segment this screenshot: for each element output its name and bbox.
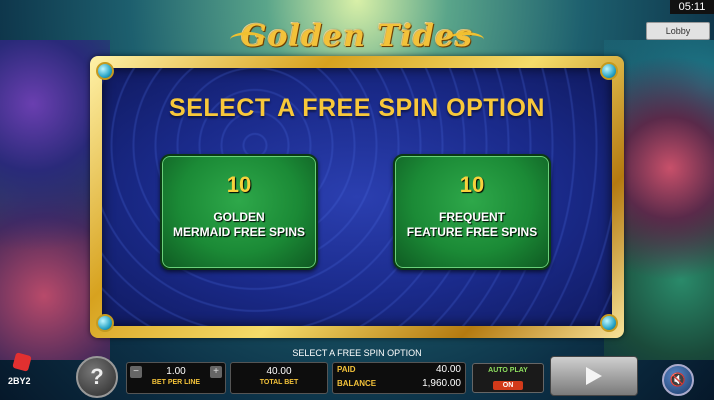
auto-play-label: AUTO PLAY [488, 367, 528, 374]
clock: 05:11 [670, 0, 714, 14]
mute-icon[interactable]: 🔇 [662, 364, 694, 396]
gem-icon [96, 62, 114, 80]
wave-ornament-icon [230, 32, 266, 47]
frequent-feature-free-spins-option[interactable]: 10 FREQUENT FEATURE FREE SPINS [393, 154, 551, 270]
dialog-title: SELECT A FREE SPIN OPTION [169, 94, 545, 122]
game-logo: Golden Tides [230, 14, 484, 60]
golden-mermaid-free-spins-option[interactable]: 10 GOLDEN MERMAID FREE SPINS [160, 154, 318, 270]
paid-value: 40.00 [435, 364, 461, 375]
gem-icon [96, 314, 114, 332]
auto-play-button[interactable]: AUTO PLAY ON [472, 363, 544, 393]
spin-button[interactable] [550, 356, 638, 396]
balance-value: 1,960.00 [422, 378, 461, 389]
lobby-button[interactable]: Lobby [646, 22, 710, 40]
balance-label: BALANCE [337, 379, 377, 388]
paid-row: PAID 40.00 [333, 363, 465, 377]
bet-increase-button[interactable]: + [210, 366, 222, 378]
option-label: GOLDEN MERMAID FREE SPINS [162, 210, 316, 240]
bet-per-line-caption: BET PER LINE [151, 379, 201, 386]
option-label: FREQUENT FEATURE FREE SPINS [395, 210, 549, 240]
option-spin-count: 10 [459, 172, 485, 197]
logo-text: Golden Tides [240, 19, 474, 54]
brand-logo: 2BY2 [8, 352, 44, 394]
option-label-line2: FEATURE FREE SPINS [406, 225, 538, 239]
bet-decrease-button[interactable]: − [130, 366, 142, 378]
option-label-line2: MERMAID FREE SPINS [172, 225, 305, 239]
dice-icon [12, 352, 32, 372]
brand-text: 2BY2 [8, 376, 31, 386]
option-label-line1: GOLDEN [213, 210, 265, 224]
gem-icon [600, 62, 618, 80]
paid-label: PAID [337, 365, 356, 374]
bet-per-line-control: − 1.00 BET PER LINE + [126, 362, 226, 394]
play-icon [586, 367, 602, 385]
balance-row: BALANCE 1,960.00 [333, 377, 465, 391]
total-bet-value: 40.00 [266, 366, 292, 377]
help-button[interactable]: ? [76, 356, 118, 398]
option-label-line1: FREQUENT [439, 210, 505, 224]
option-spin-count: 10 [226, 172, 252, 197]
gem-icon [600, 314, 618, 332]
wave-ornament-icon [448, 32, 484, 47]
total-bet-caption: TOTAL BET [259, 379, 299, 386]
paid-balance-display: PAID 40.00 BALANCE 1,960.00 [332, 362, 466, 394]
auto-play-state: ON [492, 381, 524, 390]
total-bet-display: 40.00 TOTAL BET [230, 362, 328, 394]
